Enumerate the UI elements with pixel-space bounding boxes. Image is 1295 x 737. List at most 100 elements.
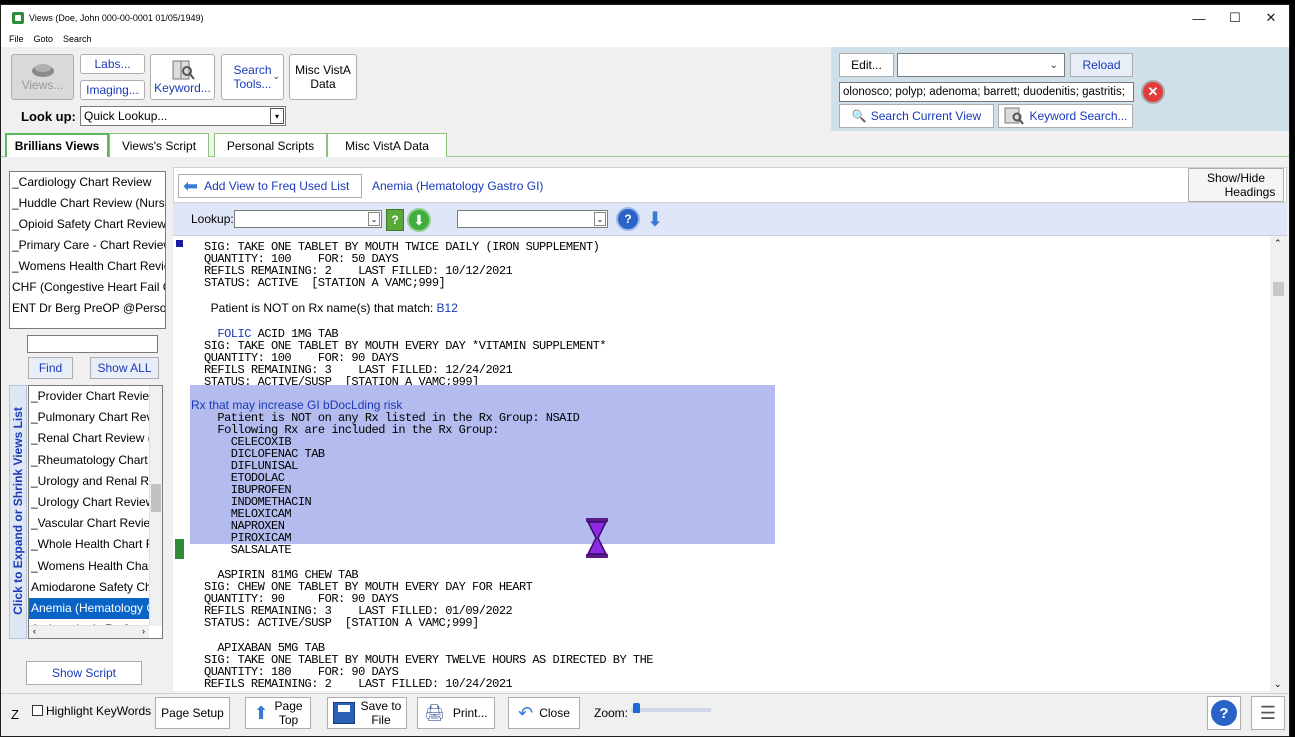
tab-brillians-views[interactable]: Brillians Views [5,133,109,157]
list-item[interactable]: _Renal Chart Review ( [29,428,149,449]
chevron-down-icon: ⌄ [1049,59,1058,71]
list-item[interactable]: _Womens Health Char [29,556,149,577]
list-item[interactable]: _Whole Health Chart R [29,534,149,555]
show-hide-headings-button[interactable]: Show/Hide Headings [1188,168,1284,202]
search-current-view-button[interactable]: 🔍 Search Current View [839,104,994,128]
help-button[interactable]: ? [1207,696,1241,730]
close-window-button[interactable]: ✕ [1253,5,1289,31]
menu-bar: File Goto Search [1,31,1289,47]
chevron-down-icon: ⌄ [272,71,280,81]
report-text[interactable]: SIG: TAKE ONE TABLET BY MOUTH TWICE DAIL… [173,235,1287,691]
show-all-button[interactable]: Show ALL [90,357,159,379]
not-on-rx-line: Patient is NOT on Rx name(s) that match:… [204,301,458,315]
show-script-button[interactable]: Show Script [26,661,142,685]
tab-misc-vista-data[interactable]: Misc VistA Data [327,133,447,157]
keyword-set-select[interactable]: ⌄ [897,53,1065,77]
list-item[interactable]: _Provider Chart Review [29,386,149,407]
lookup-label: Lookup: [191,212,234,226]
keyword-search-button[interactable]: Keyword Search... [998,104,1133,128]
tab-views-script[interactable]: Views's Script [109,133,209,157]
tab-personal-scripts[interactable]: Personal Scripts [214,133,327,157]
list-item[interactable]: _Rheumatology Chart [29,450,149,471]
page-top-button[interactable]: ⬆ Page Top [245,697,311,729]
highlight-keywords-checkbox[interactable]: Highlight KeyWords [32,704,151,718]
app-icon [12,12,24,24]
section-heading: Rx that may increase GI bDocLding risk [191,398,403,412]
list-item[interactable]: _Huddle Chart Review (Nursing [10,193,165,214]
reload-button[interactable]: Reload [1070,53,1133,77]
find-button[interactable]: Find [28,357,73,379]
list-item[interactable]: _Primary Care - Chart Review [10,235,165,256]
views-list-scrollbar[interactable] [149,386,162,626]
title-bar: Views (Doe, John 000-00-0001 01/05/1949)… [1,5,1289,31]
rx-line: STATUS: ACTIVE [STATION A VAMC;999] [204,276,446,290]
zoom-slider[interactable] [631,703,711,713]
view-header: ⬅ Add View to Freq Used List Anemia (Hem… [173,167,1287,203]
scroll-left-icon[interactable]: ‹ [33,626,36,638]
zoom-slider-thumb[interactable] [633,703,640,713]
imaging-button[interactable]: Imaging... [80,80,145,100]
menu-search[interactable]: Search [63,34,92,44]
magnifier-icon: 🔍 [851,109,867,123]
list-item[interactable]: _Urology Chart Review [29,492,149,513]
save-to-file-button[interactable]: Save to File [327,697,407,729]
lookup-label: Look up: [21,109,76,124]
menu-list-button[interactable]: ☰ [1251,696,1285,730]
keywords-input[interactable]: olonosco; polyp; adenoma; barrett; duode… [839,82,1134,102]
lookup-select-secondary[interactable]: ⌄ [457,210,608,228]
rx-line: REFILS REMAINING: 2 LAST FILLED: 10/24/2… [204,677,513,691]
keyword-button[interactable]: Keyword... [150,54,215,100]
list-item[interactable]: _Cardiology Chart Review [10,172,165,193]
help-icon[interactable]: ? [616,207,640,231]
report-scrollbar[interactable]: ⌃ ⌄ [1270,236,1287,691]
help-icon: ? [1211,700,1237,726]
arrow-down-icon[interactable]: ⬇ [645,207,665,231]
print-button[interactable]: 🖨 Print... [417,697,495,729]
dropdown-arrow-icon: ▾ [270,108,284,124]
view-title: Anemia (Hematology Gastro GI) [372,179,544,193]
maximize-button[interactable]: ☐ [1217,5,1253,31]
scrollbar-thumb[interactable] [1273,282,1284,296]
back-arrow-icon: ↶ [518,702,534,723]
help-lookup-icon[interactable]: ? [386,209,404,231]
list-item[interactable]: Amiodarone Safety Ch [29,577,149,598]
quick-lookup-select[interactable]: Quick Lookup... ▾ [80,106,286,126]
views-button[interactable]: Views... [11,54,74,100]
list-item[interactable]: _Vascular Chart Review [29,513,149,534]
scroll-up-icon[interactable]: ⌃ [1274,238,1282,249]
list-item[interactable]: CHF (Congestive Heart Fail C [10,277,165,298]
list-item[interactable]: ENT Dr Berg PreOP @Personal [10,298,165,319]
book-search-icon [172,60,195,80]
list-item[interactable]: _Opioid Safety Chart Review [10,214,165,235]
scroll-right-icon[interactable]: › [142,626,145,638]
scroll-down-icon[interactable]: ⌄ [1274,679,1282,690]
section-marker-green [175,539,184,559]
arrow-down-circle-icon[interactable]: ⬇ [407,208,431,232]
list-item[interactable]: _Womens Health Chart Review [10,256,165,277]
search-tools-button[interactable]: Search Tools... ⌄ [221,54,284,100]
scrollbar-thumb[interactable] [151,484,161,512]
arrow-left-icon: ⬅ [183,175,199,196]
clear-keywords-icon[interactable]: ✕ [1141,80,1165,104]
labs-button[interactable]: Labs... [80,54,145,74]
find-view-input[interactable] [27,335,158,353]
menu-file[interactable]: File [9,34,24,44]
list-item-selected[interactable]: Anemia (Hematology G [29,597,149,620]
expand-shrink-views-toggle[interactable]: Click to Expand or Shrink Views List [9,385,27,639]
window-title: Views (Doe, John 000-00-0001 01/05/1949) [29,13,204,23]
bottom-toolbar: Z Highlight KeyWords Page Setup ⬆ Page To… [1,693,1289,736]
views-list-hscrollbar[interactable]: ‹ › [29,625,149,638]
add-view-freq-button[interactable]: ⬅ Add View to Freq Used List [178,174,362,198]
close-button[interactable]: ↶ Close [508,697,580,729]
menu-goto[interactable]: Goto [34,34,54,44]
minimize-button[interactable]: — [1181,5,1217,31]
frequent-views-list: _Cardiology Chart Review _Huddle Chart R… [9,171,166,329]
list-item[interactable]: _Urology and Renal Re [29,471,149,492]
book-search-icon [1004,107,1025,125]
lookup-select[interactable]: ⌄ [234,210,382,228]
list-item[interactable]: _Pulmonary Chart Rev [29,407,149,428]
misc-vista-data-button[interactable]: Misc VistA Data [289,54,357,100]
save-disk-icon [332,702,355,724]
page-setup-button[interactable]: Page Setup [155,697,230,729]
edit-button[interactable]: Edit... [839,53,894,77]
